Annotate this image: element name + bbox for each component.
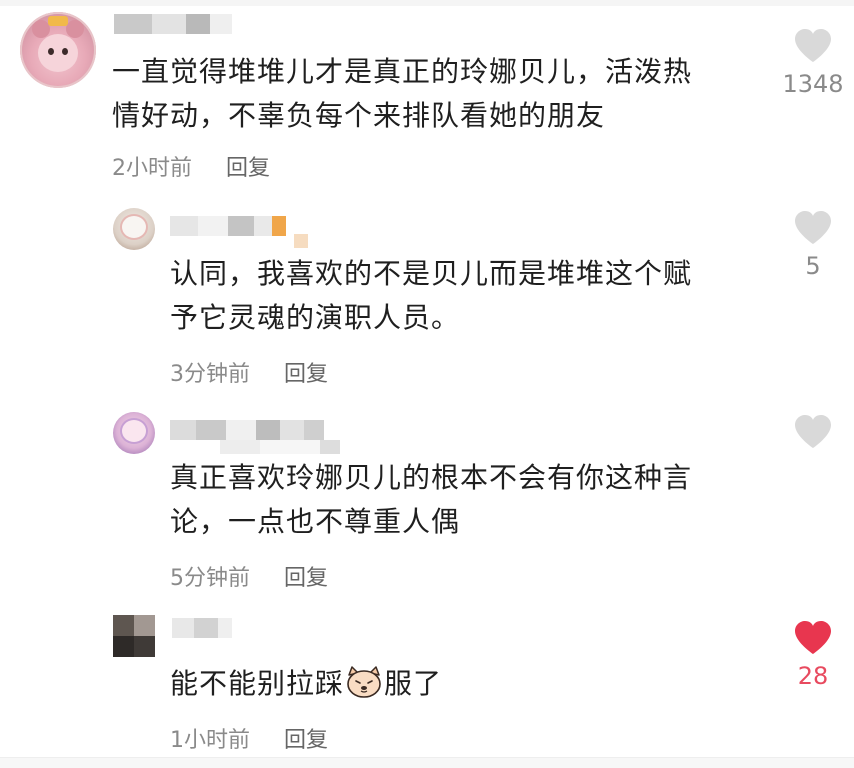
like-count: 5 [805,252,821,280]
avatar-pixel [113,636,134,657]
like-button[interactable]: 5 [773,210,853,280]
avatar-eye [62,48,68,55]
like-count: 28 [797,662,829,690]
avatar-ear-right [66,20,84,38]
avatar-pixel [134,636,155,657]
avatar[interactable] [113,615,155,657]
comment-text: 一直觉得堆堆儿才是真正的玲娜贝儿，活泼热 情好动，不辜负每个来排队看她的朋友 [112,50,692,138]
comment-meta: 3分钟前 回复 [170,356,328,388]
comment-line: 论，一点也不尊重人偶 [170,505,461,538]
username-blurred[interactable] [170,216,286,236]
comment-meta: 5分钟前 回复 [170,560,328,592]
like-button[interactable]: 28 [773,620,853,690]
comment-time: 3分钟前 [170,362,250,387]
comment-time: 1小时前 [170,728,250,753]
heart-icon [795,621,831,654]
reply-button[interactable]: 回复 [226,150,270,182]
comments-screen: 一直觉得堆堆儿才是真正的玲娜贝儿，活泼热 情好动，不辜负每个来排队看她的朋友 2… [0,0,854,768]
comment-text-part: 服了 [384,667,443,700]
comment-time: 5分钟前 [170,566,250,591]
comment-text: 真正喜欢玲娜贝儿的根本不会有你这种言 论，一点也不尊重人偶 [170,456,692,544]
avatar-pixel [113,615,134,636]
heart-icon [795,29,831,62]
comment-text-part: 能不能别拉踩 [170,667,345,700]
comment-text: 能不能别拉踩 服了 [170,662,442,706]
avatar[interactable] [113,412,155,454]
comment-time: 2小时前 [112,156,192,181]
avatar-eye [48,48,54,55]
avatar-face [38,34,78,72]
top-divider [0,0,854,6]
comment-text: 认同，我喜欢的不是贝儿而是堆堆这个赋 予它灵魂的演职人员。 [170,252,692,340]
comment-line: 认同，我喜欢的不是贝儿而是堆堆这个赋 [170,257,693,290]
comment-line: 予它灵魂的演职人员。 [170,301,461,334]
reply-button[interactable]: 回复 [284,560,328,592]
avatar[interactable] [113,208,155,250]
comment-meta: 2小时前 回复 [112,150,270,182]
like-button[interactable] [773,414,853,456]
like-count: 1348 [782,70,844,98]
comment-line: 情好动，不辜负每个来排队看她的朋友 [112,99,606,132]
username-blurred[interactable] [114,14,232,34]
username-blurred-badge [294,234,308,248]
heart-icon [795,211,831,244]
like-button[interactable]: 1348 [773,28,853,98]
reply-button[interactable]: 回复 [284,356,328,388]
bottom-divider [0,757,854,768]
avatar-character [122,420,146,442]
avatar-crown [48,16,68,26]
heart-icon [795,415,831,448]
comment-line: 真正喜欢玲娜贝儿的根本不会有你这种言 [170,461,693,494]
comment-line: 一直觉得堆堆儿才是真正的玲娜贝儿，活泼热 [112,55,693,88]
cat-face-emoji [347,666,381,698]
username-blurred[interactable] [172,618,232,638]
username-blurred[interactable] [170,420,324,440]
username-blurred-row2 [220,440,340,454]
comment-meta: 1小时前 回复 [170,722,328,754]
avatar[interactable] [20,12,96,88]
reply-button[interactable]: 回复 [284,722,328,754]
avatar-character [122,216,146,238]
avatar-pixel [134,615,155,636]
